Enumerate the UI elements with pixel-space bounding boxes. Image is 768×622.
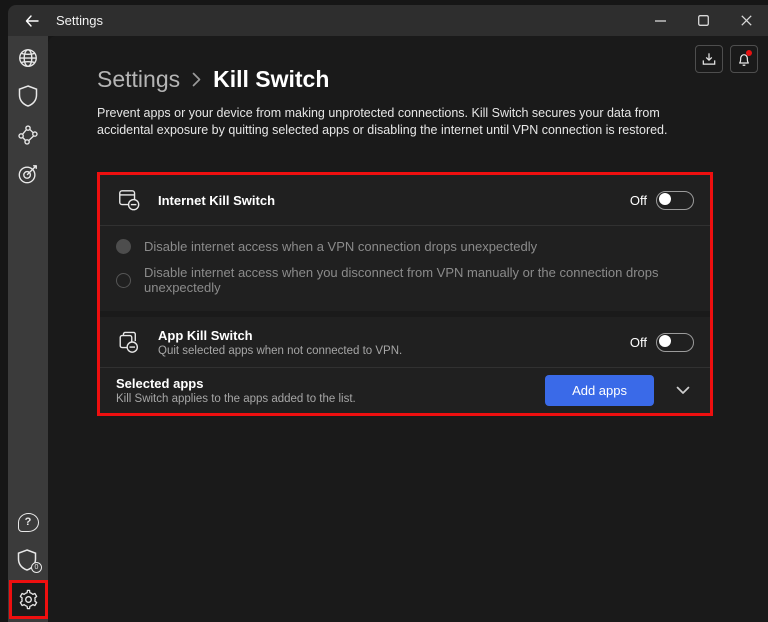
notification-dot xyxy=(746,50,752,56)
kill-switch-panel: Internet Kill Switch Off Disable interne… xyxy=(97,172,713,416)
download-button[interactable] xyxy=(695,45,723,73)
internet-kill-switch-row: Internet Kill Switch Off xyxy=(100,175,710,225)
back-button[interactable] xyxy=(16,5,48,36)
app-kill-switch-state: Off xyxy=(629,334,647,350)
app-kill-switch-label: App Kill Switch xyxy=(158,327,253,343)
sidebar-item-meshnet[interactable] xyxy=(8,122,48,148)
internet-kill-switch-card: Internet Kill Switch Off Disable interne… xyxy=(100,175,710,311)
maximize-button[interactable] xyxy=(682,5,725,36)
window-title: Settings xyxy=(56,13,103,28)
radio-option-label: Disable internet access when a VPN conne… xyxy=(144,239,538,254)
selected-apps-label: Selected apps xyxy=(116,376,204,391)
radio-option-label: Disable internet access when you disconn… xyxy=(144,265,659,295)
sidebar-item-vpn[interactable] xyxy=(8,45,48,71)
app-kill-switch-description: Quit selected apps when not connected to… xyxy=(158,344,403,357)
header-actions xyxy=(695,45,758,73)
download-icon xyxy=(702,52,716,66)
breadcrumb-settings[interactable]: Settings xyxy=(97,66,180,93)
settings-highlight-box[interactable] xyxy=(9,580,48,619)
app-kill-switch-row: App Kill Switch Quit selected apps when … xyxy=(100,317,710,367)
radio-unselected-icon xyxy=(116,272,131,288)
sidebar-item-help[interactable]: ? xyxy=(8,509,48,535)
radio-option-manual-disconnect[interactable]: Disable internet access when you disconn… xyxy=(116,265,694,295)
minimize-icon xyxy=(655,19,666,22)
close-button[interactable] xyxy=(725,5,768,36)
meshnet-nodes-icon xyxy=(17,124,39,146)
toggle-knob xyxy=(659,193,671,206)
internet-kill-switch-icon xyxy=(116,188,142,212)
page-title: Kill Switch xyxy=(213,66,330,92)
arrow-left-icon xyxy=(25,14,39,27)
whats-new-button[interactable] xyxy=(730,45,758,73)
help-icon: ? xyxy=(17,512,39,532)
titlebar: Settings xyxy=(8,5,768,36)
internet-kill-switch-label: Internet Kill Switch xyxy=(158,192,276,208)
maximize-icon xyxy=(698,15,709,26)
shield-zero-icon: 0 xyxy=(17,549,42,573)
page-description: Prevent apps or your device from making … xyxy=(97,106,668,137)
kill-switch-mode-options: Disable internet access when a VPN conne… xyxy=(100,226,710,311)
sidebar: ? 0 xyxy=(8,36,48,622)
sidebar-item-threat-protection[interactable] xyxy=(8,83,48,109)
window-controls xyxy=(639,5,768,36)
chevron-down-icon xyxy=(676,386,690,395)
sidebar-item-notifications[interactable]: 0 xyxy=(8,547,48,573)
internet-kill-switch-toggle[interactable] xyxy=(656,190,694,210)
radio-option-drops-unexpectedly[interactable]: Disable internet access when a VPN conne… xyxy=(116,239,694,254)
sidebar-item-dashboard[interactable] xyxy=(8,161,48,187)
content-area: Settings Kill Switch Prevent apps or you… xyxy=(48,36,768,622)
gear-icon xyxy=(18,589,39,610)
chevron-right-icon xyxy=(192,72,201,87)
expand-apps-list[interactable] xyxy=(676,386,690,395)
radio-selected-icon xyxy=(116,239,131,254)
help-glyph: ? xyxy=(24,516,32,528)
app-kill-switch-toggle[interactable] xyxy=(656,332,694,352)
selected-apps-row: Selected apps Kill Switch applies to the… xyxy=(100,368,710,413)
internet-kill-switch-state: Off xyxy=(629,192,647,208)
close-icon xyxy=(741,15,752,26)
toggle-knob xyxy=(659,335,671,348)
app-kill-switch-icon xyxy=(116,330,142,354)
breadcrumb: Settings Kill Switch xyxy=(97,66,329,93)
selected-apps-description: Kill Switch applies to the apps added to… xyxy=(116,393,356,405)
shield-icon xyxy=(18,85,38,107)
add-apps-button[interactable]: Add apps xyxy=(545,375,654,406)
notification-count-badge: 0 xyxy=(31,562,42,573)
minimize-button[interactable] xyxy=(639,5,682,36)
target-dart-icon xyxy=(17,163,39,185)
app-kill-switch-card: App Kill Switch Quit selected apps when … xyxy=(100,317,710,413)
globe-icon xyxy=(17,47,39,69)
